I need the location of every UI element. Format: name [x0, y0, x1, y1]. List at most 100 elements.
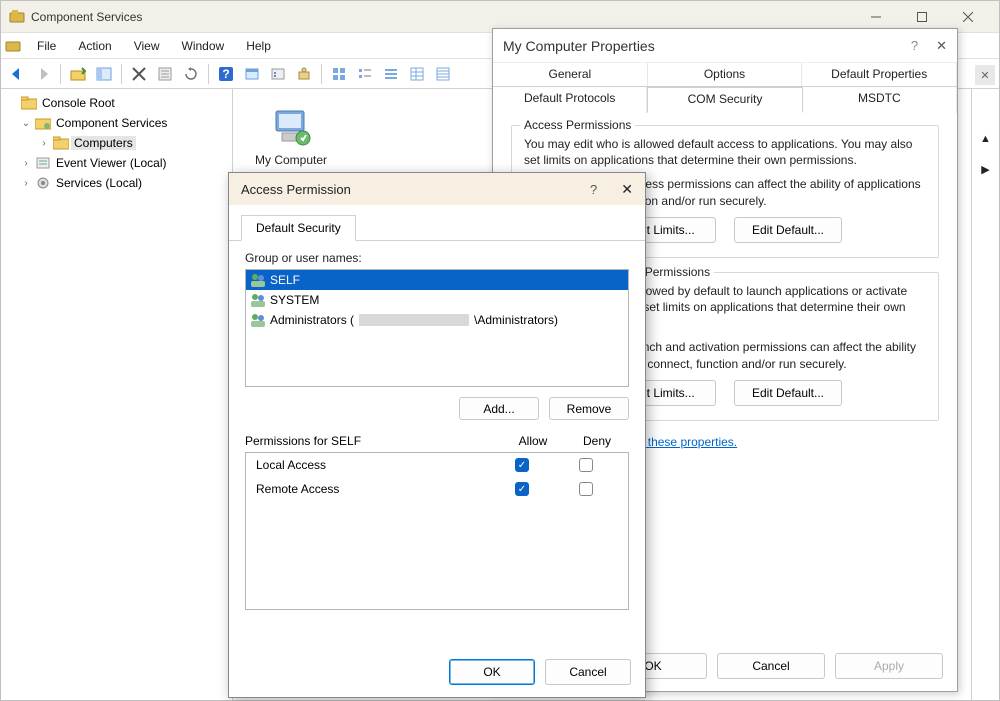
- user-listbox[interactable]: SELF SYSTEM Administrators (\Administrator…: [245, 269, 629, 387]
- access-edit-default-button[interactable]: Edit Default...: [734, 217, 842, 243]
- permission-name: Local Access: [256, 458, 490, 472]
- props-tabs-row1: General Options Default Properties: [493, 63, 957, 87]
- tree-console-root[interactable]: Console Root: [1, 93, 232, 113]
- user-list-item[interactable]: Administrators (\Administrators): [246, 310, 628, 330]
- menu-view[interactable]: View: [124, 36, 170, 56]
- props-cancel-button[interactable]: Cancel: [717, 653, 825, 679]
- minimize-button[interactable]: [853, 2, 899, 32]
- details-button-2[interactable]: [431, 62, 455, 86]
- component-services-icon: [35, 115, 51, 131]
- perm-body: Group or user names: SELF SYSTEM Administr…: [229, 241, 645, 620]
- deny-checkbox[interactable]: [579, 458, 593, 472]
- expand-icon[interactable]: ›: [19, 158, 33, 169]
- permission-name: Remote Access: [256, 482, 490, 496]
- users-icon: [250, 312, 266, 328]
- permission-row: Local Access ✓: [246, 453, 628, 477]
- user-list-label: SELF: [270, 273, 300, 287]
- menu-window[interactable]: Window: [172, 36, 235, 56]
- perm-titlebar: Access Permission ? ✕: [229, 173, 645, 205]
- list-button[interactable]: [379, 62, 403, 86]
- tab-com-security[interactable]: COM Security: [647, 87, 802, 113]
- show-hide-tree-button[interactable]: [92, 62, 116, 86]
- user-list-item[interactable]: SYSTEM: [246, 290, 628, 310]
- delete-button[interactable]: [127, 62, 151, 86]
- remove-button[interactable]: Remove: [549, 397, 629, 420]
- event-viewer-icon: [35, 155, 51, 171]
- computer-icon: [270, 105, 312, 147]
- mdi-close-button[interactable]: ✕: [975, 65, 995, 85]
- back-button[interactable]: [5, 62, 29, 86]
- expand-icon[interactable]: ›: [37, 138, 51, 149]
- menu-action[interactable]: Action: [68, 36, 121, 56]
- tab-msdtc[interactable]: MSDTC: [803, 87, 957, 113]
- props-titlebar: My Computer Properties ? ✕: [493, 29, 957, 63]
- perm-title: Access Permission: [241, 182, 590, 197]
- tree-event-viewer[interactable]: › Event Viewer (Local): [1, 153, 232, 173]
- tab-default-security[interactable]: Default Security: [241, 215, 356, 241]
- tree-services[interactable]: › Services (Local): [1, 173, 232, 193]
- collapse-icon[interactable]: ⌄: [19, 118, 33, 129]
- large-icons-button[interactable]: [327, 62, 351, 86]
- access-p1: You may edit who is allowed default acce…: [524, 136, 926, 168]
- users-icon: [250, 272, 266, 288]
- redacted-text: [359, 314, 469, 326]
- up-button[interactable]: [66, 62, 90, 86]
- add-button[interactable]: Add...: [459, 397, 539, 420]
- scroll-up-icon[interactable]: ▲: [980, 133, 991, 145]
- tree-component-services[interactable]: ⌄ Component Services: [1, 113, 232, 133]
- tab-options[interactable]: Options: [648, 63, 803, 86]
- allow-checkbox[interactable]: ✓: [515, 458, 529, 472]
- toolbar-icon-6[interactable]: [240, 62, 264, 86]
- scroll-right-icon[interactable]: ▶: [981, 163, 989, 176]
- access-permission-dialog: Access Permission ? ✕ Default Security G…: [228, 172, 646, 698]
- tree-pane[interactable]: Console Root ⌄ Component Services › Comp…: [1, 89, 233, 700]
- deny-checkbox[interactable]: [579, 482, 593, 496]
- actions-pane-collapsed: ▲ ▶: [971, 89, 999, 700]
- toolbar-icon-7[interactable]: [266, 62, 290, 86]
- folder-icon: [53, 135, 69, 151]
- properties-button[interactable]: [153, 62, 177, 86]
- folder-icon: [21, 95, 37, 111]
- expand-icon[interactable]: ›: [19, 178, 33, 189]
- tree-computers[interactable]: › Computers: [1, 133, 232, 153]
- perm-cancel-button[interactable]: Cancel: [545, 659, 631, 685]
- user-list-label: SYSTEM: [270, 293, 319, 307]
- tab-default-properties[interactable]: Default Properties: [802, 63, 957, 86]
- small-icons-button[interactable]: [353, 62, 377, 86]
- launch-edit-default-button[interactable]: Edit Default...: [734, 380, 842, 406]
- toolbar-icon-8[interactable]: [292, 62, 316, 86]
- allow-header: Allow: [501, 434, 565, 448]
- permissions-table: Local Access ✓ Remote Access ✓: [245, 452, 629, 610]
- main-title: Component Services: [31, 10, 853, 24]
- menubar-app-icon: [5, 38, 21, 54]
- menu-help[interactable]: Help: [236, 36, 281, 56]
- tab-default-protocols[interactable]: Default Protocols: [493, 87, 647, 113]
- props-title: My Computer Properties: [503, 38, 911, 54]
- user-list-item[interactable]: SELF: [246, 270, 628, 290]
- props-close-button[interactable]: ✕: [936, 38, 947, 54]
- allow-checkbox[interactable]: ✓: [515, 482, 529, 496]
- services-icon: [35, 175, 51, 191]
- app-icon: [9, 9, 25, 25]
- permissions-for-label: Permissions for SELF: [245, 434, 501, 448]
- close-button[interactable]: [945, 2, 991, 32]
- props-help-button[interactable]: ?: [911, 38, 918, 53]
- refresh-button[interactable]: [179, 62, 203, 86]
- props-apply-button[interactable]: Apply: [835, 653, 943, 679]
- permission-row: Remote Access ✓: [246, 477, 628, 501]
- perm-help-button[interactable]: ?: [590, 182, 597, 197]
- maximize-button[interactable]: [899, 2, 945, 32]
- forward-button[interactable]: [31, 62, 55, 86]
- help-button[interactable]: ?: [214, 62, 238, 86]
- svg-text:?: ?: [222, 67, 229, 81]
- users-icon: [250, 292, 266, 308]
- perm-close-button[interactable]: ✕: [621, 181, 633, 198]
- perm-ok-button[interactable]: OK: [449, 659, 535, 685]
- item-my-computer[interactable]: My Computer: [241, 97, 341, 175]
- group-label: Group or user names:: [245, 251, 629, 265]
- deny-header: Deny: [565, 434, 629, 448]
- tab-general[interactable]: General: [493, 63, 648, 86]
- menu-file[interactable]: File: [27, 36, 66, 56]
- details-button[interactable]: [405, 62, 429, 86]
- user-list-label: Administrators (: [270, 313, 354, 327]
